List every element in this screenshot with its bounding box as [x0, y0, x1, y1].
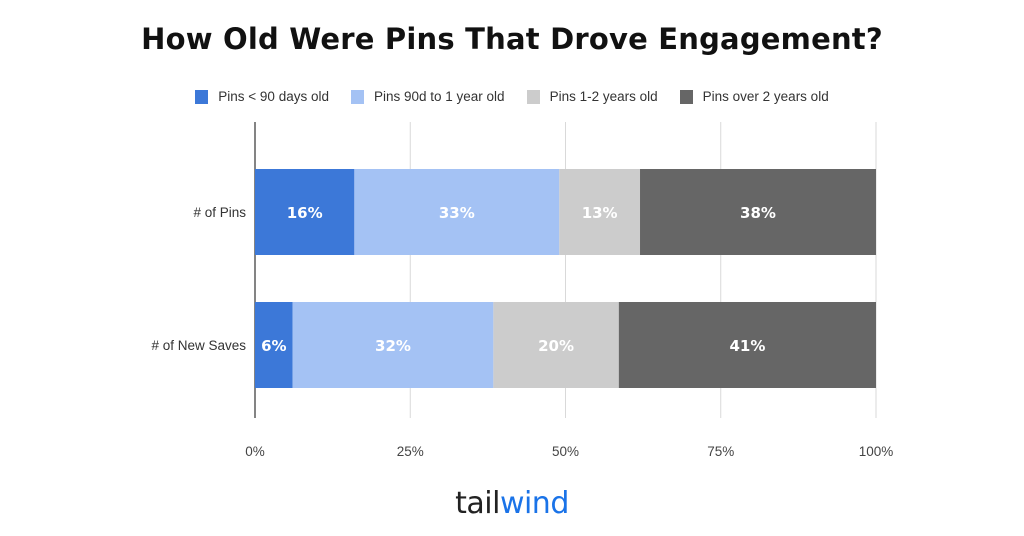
logo-text-tail: tail — [455, 486, 500, 521]
logo-text-wind: wind — [499, 486, 569, 521]
data-label: 16% — [287, 204, 323, 222]
chart-plot: 0% 25% 50% 75% 100% # of Pins 16% 33% 13% 38% # of… — [151, 122, 894, 459]
x-tick-label: 25% — [397, 444, 424, 459]
data-label: 20% — [538, 337, 574, 355]
x-tick-label: 50% — [552, 444, 579, 459]
category-label: # of Pins — [193, 205, 246, 220]
data-label: 33% — [439, 204, 475, 222]
data-label: 6% — [261, 337, 286, 355]
data-label: 13% — [582, 204, 618, 222]
data-label: 32% — [375, 337, 411, 355]
data-label: 41% — [729, 337, 765, 355]
x-tick-label: 0% — [245, 444, 265, 459]
category-label: # of New Saves — [151, 338, 246, 353]
x-tick-label: 100% — [859, 444, 894, 459]
tailwind-logo: tailwind — [0, 486, 1024, 521]
x-tick-label: 75% — [707, 444, 734, 459]
data-label: 38% — [740, 204, 776, 222]
